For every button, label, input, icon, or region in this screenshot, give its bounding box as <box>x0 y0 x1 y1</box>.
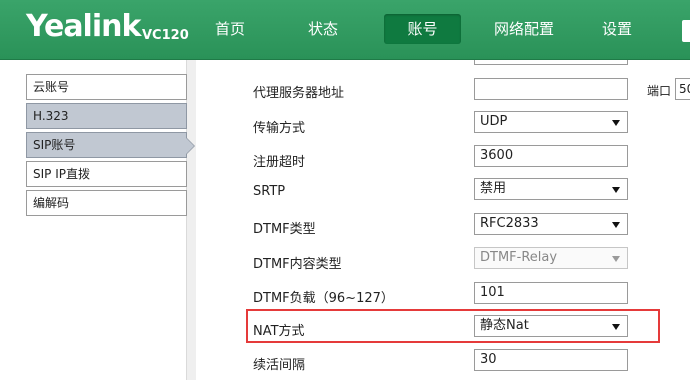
brand-logo: Yealink <box>26 9 141 44</box>
dtmf-info-type-label: DTMF内容类型 <box>253 257 342 272</box>
register-expire-label: 注册超时 <box>253 155 306 170</box>
selected-pointer-fill <box>186 138 194 154</box>
nav-settings[interactable]: 设置 <box>592 0 642 60</box>
srtp-value: 禁用 <box>480 181 507 196</box>
proxy-server-label: 代理服务器地址 <box>253 86 345 101</box>
dtmf-type-value: RFC2833 <box>480 216 539 231</box>
srtp-select[interactable]: 禁用 <box>474 178 628 200</box>
top-nav-bar: Yealink VC120 首页 状态 账号 网络配置 设置 <box>0 0 690 60</box>
nav-account[interactable]: 账号 <box>384 14 461 44</box>
nav-status[interactable]: 状态 <box>298 0 348 60</box>
dtmf-payload-label: DTMF负载（96~127） <box>253 291 394 306</box>
sidebar-item-cloud-account[interactable]: 云账号 <box>26 74 187 100</box>
model-label: VC120 <box>142 28 189 43</box>
sidebar-item-sip-account[interactable]: SIP账号 <box>26 132 187 158</box>
keepalive-label: 续活间隔 <box>253 358 306 373</box>
srtp-label: SRTP <box>253 184 286 199</box>
sidebar-item-h323[interactable]: H.323 <box>26 103 187 129</box>
nav-home[interactable]: 首页 <box>205 0 255 60</box>
port-label: 端口 <box>647 84 672 98</box>
port-input[interactable]: 50 <box>675 78 690 100</box>
dtmf-info-type-value: DTMF-Relay <box>480 250 558 265</box>
dtmf-type-select[interactable]: RFC2833 <box>474 213 628 235</box>
dropdown-caret-icon <box>612 120 620 126</box>
sidebar-item-sip-ip-call[interactable]: SIP IP直拨 <box>26 161 187 187</box>
nat-label: NAT方式 <box>253 324 305 339</box>
dropdown-caret-icon <box>612 256 620 262</box>
sidebar-item-codec[interactable]: 编解码 <box>26 190 187 216</box>
transport-label: 传输方式 <box>253 121 306 136</box>
transport-value: UDP <box>480 114 508 129</box>
sidebar-divider <box>186 60 196 380</box>
nav-network[interactable]: 网络配置 <box>488 0 560 60</box>
previous-field-edge <box>474 60 628 65</box>
transport-select[interactable]: UDP <box>474 111 628 133</box>
keepalive-input[interactable]: 30 <box>474 349 628 371</box>
nat-value: 静态Nat <box>480 318 529 333</box>
dropdown-caret-icon <box>612 222 620 228</box>
nat-select[interactable]: 静态Nat <box>474 315 628 337</box>
dtmf-info-type-select: DTMF-Relay <box>474 247 628 269</box>
nav-overflow-tab[interactable] <box>682 20 690 42</box>
dropdown-caret-icon <box>612 187 620 193</box>
dropdown-caret-icon <box>612 324 620 330</box>
dtmf-payload-input[interactable]: 101 <box>474 282 628 304</box>
dtmf-type-label: DTMF类型 <box>253 222 316 237</box>
register-expire-input[interactable]: 3600 <box>474 145 628 167</box>
proxy-server-input[interactable] <box>474 78 628 100</box>
